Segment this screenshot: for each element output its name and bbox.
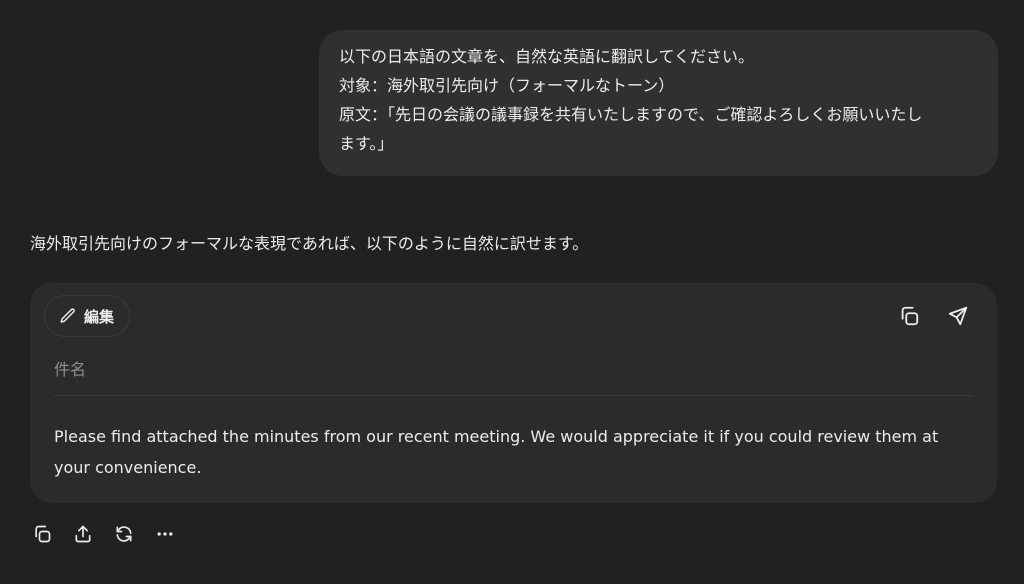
- more-options-button[interactable]: [153, 522, 177, 546]
- email-draft-card: 編集 件名 Please find attached the minutes f…: [30, 283, 997, 503]
- edit-button-label: 編集: [84, 307, 115, 326]
- regenerate-icon: [114, 524, 134, 544]
- subject-placeholder: 件名: [54, 360, 87, 379]
- copy-message-button[interactable]: [30, 522, 54, 546]
- user-message-bubble: 以下の日本語の文章を、自然な英語に翻訳してください。 対象：海外取引先向け（フォ…: [319, 30, 998, 176]
- edit-button[interactable]: 編集: [44, 295, 131, 337]
- user-message-line: 対象：海外取引先向け（フォーマルなトーン）: [339, 76, 675, 95]
- assistant-intro-text: 海外取引先向けのフォーマルな表現であれば、以下のように自然に訳せます。: [30, 234, 589, 253]
- user-message-line: 原文：「先日の会議の議事録を共有いたしますので、ご確認よろしくお願いいたし: [339, 105, 923, 124]
- user-message-line: 以下の日本語の文章を、自然な英語に翻訳してください。: [339, 47, 755, 66]
- subject-divider: [54, 395, 973, 396]
- send-icon: [947, 305, 969, 327]
- send-draft-button[interactable]: [945, 303, 971, 329]
- copy-draft-button[interactable]: [896, 303, 922, 329]
- copy-icon: [32, 524, 52, 544]
- share-icon: [73, 524, 93, 544]
- user-message-line: ます。」: [339, 134, 394, 153]
- chat-window: 以下の日本語の文章を、自然な英語に翻訳してください。 対象：海外取引先向け（フォ…: [0, 0, 1024, 584]
- more-icon: [155, 524, 175, 544]
- regenerate-button[interactable]: [112, 522, 136, 546]
- email-body-text: Please find attached the minutes from ou…: [54, 427, 939, 477]
- share-button[interactable]: [71, 522, 95, 546]
- pencil-icon: [59, 307, 77, 325]
- message-action-bar: [30, 522, 177, 546]
- copy-icon: [898, 305, 920, 327]
